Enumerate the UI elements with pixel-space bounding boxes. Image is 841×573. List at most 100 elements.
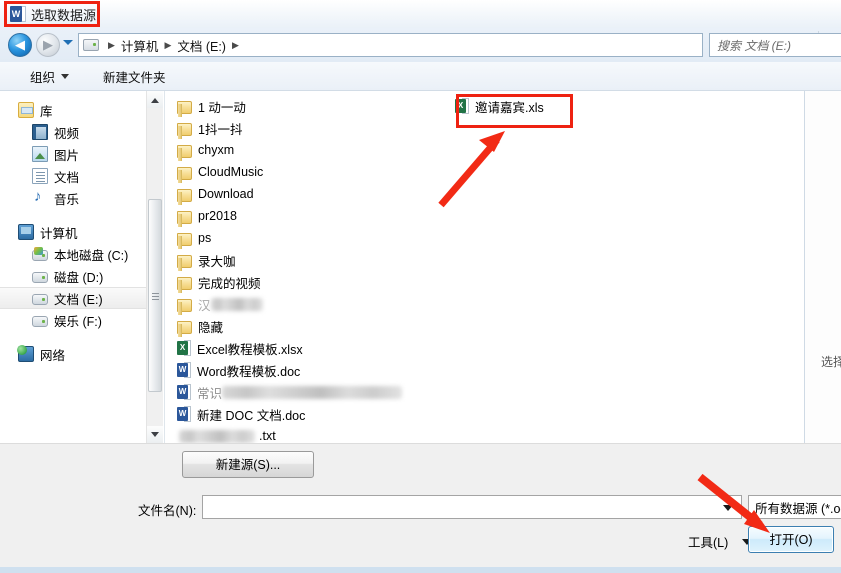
sidebar-item-documents[interactable]: 文档 (0, 165, 146, 187)
list-item-label: 邀请嘉宾.xls (475, 100, 544, 115)
scrollbar-grip-icon (152, 292, 159, 294)
preview-pane-text: 选择 (821, 355, 841, 369)
computer-icon (18, 224, 34, 240)
list-item-label: .txt (259, 429, 276, 443)
list-item[interactable]: W Word教程模板.doc (175, 359, 475, 381)
folder-icon (177, 276, 192, 293)
breadcrumb-separator: ▶ (108, 39, 115, 50)
sidebar-item-local-disk-c[interactable]: 本地磁盘 (C:) (0, 243, 146, 265)
list-item-selected-target[interactable]: X 邀请嘉宾.xls (453, 95, 753, 117)
list-item[interactable]: 1 动一动 (175, 95, 475, 117)
folder-icon (177, 232, 192, 249)
file-list[interactable]: 1 动一动 1抖一抖 chyxm CloudMusic Download pr2… (164, 91, 804, 443)
list-item-label: 常识 (197, 386, 223, 401)
folder-icon (177, 210, 192, 227)
list-item[interactable]: Download (175, 183, 475, 205)
word-document-icon: W (10, 6, 26, 22)
scroll-up-arrow-icon[interactable] (147, 91, 163, 108)
sidebar-item-videos[interactable]: 视频 (0, 121, 146, 143)
sidebar-item-network[interactable]: 网络 (0, 343, 146, 365)
sidebar-item-label: 磁盘 (D:) (54, 270, 104, 285)
command-toolbar: 组织 新建文件夹 (0, 62, 841, 91)
list-item[interactable]: 汉 (175, 293, 475, 315)
dialog-body: 库 视频 图片 文档 音乐 计算机 (0, 91, 841, 443)
search-input[interactable]: 搜索 文档 (E:) (709, 33, 841, 57)
sidebar-item-label: 娱乐 (F:) (54, 314, 102, 329)
sidebar-item-label: 网络 (40, 348, 66, 363)
list-item[interactable]: .txt (175, 425, 475, 443)
scroll-down-arrow-icon[interactable] (147, 426, 163, 443)
list-item-label: CloudMusic (198, 165, 264, 179)
excel-file-icon: X (177, 340, 191, 356)
list-item[interactable]: 录大咖 (175, 249, 475, 271)
sidebar-item-music[interactable]: 音乐 (0, 187, 146, 209)
new-folder-button[interactable]: 新建文件夹 (95, 64, 174, 89)
filetype-dropdown[interactable]: 所有数据源 (*.od (748, 495, 841, 519)
open-button[interactable]: 打开(O) (748, 526, 834, 553)
document-icon (32, 168, 48, 184)
list-item[interactable]: 隐藏 (175, 315, 475, 337)
search-placeholder: 搜索 文档 (E:) (717, 38, 791, 53)
list-item[interactable]: W 新建 DOC 文档.doc (175, 403, 475, 425)
sidebar-item-documents-e[interactable]: 文档 (E:) (0, 287, 146, 309)
sidebar-item-library[interactable]: 库 (0, 99, 146, 121)
sidebar-item-computer[interactable]: 计算机 (0, 221, 146, 243)
sidebar-item-label: 本地磁盘 (C:) (54, 248, 129, 263)
harddisk-icon (32, 316, 48, 327)
filetype-value: 所有数据源 (*.od (755, 501, 841, 516)
harddisk-icon (32, 294, 48, 305)
list-item[interactable]: 完成的视频 (175, 271, 475, 293)
sidebar-item-label: 计算机 (40, 226, 78, 241)
harddisk-windows-icon (32, 247, 48, 261)
breadcrumb[interactable]: ▶ 计算机 ▶ 文档 (E:) ▶ (78, 33, 703, 57)
list-item[interactable]: X Excel教程模板.xlsx (175, 337, 475, 359)
filename-label: 文件名(N): (138, 504, 197, 518)
history-dropdown-icon[interactable] (63, 40, 73, 45)
sidebar-item-label: 音乐 (54, 192, 80, 207)
drive-icon (83, 39, 99, 51)
scrollbar-thumb[interactable] (148, 199, 162, 392)
list-item-label: chyxm (198, 143, 235, 157)
list-item[interactable]: ps (175, 227, 475, 249)
new-folder-label: 新建文件夹 (103, 70, 166, 85)
dialog-title: 选取数据源 (31, 7, 97, 23)
navigation-pane-scrollbar[interactable] (146, 91, 163, 443)
folder-icon (177, 166, 192, 183)
folder-icon (177, 100, 192, 117)
list-item[interactable]: 1抖一抖 (175, 117, 475, 139)
tools-button[interactable]: 工具(L) (688, 532, 753, 551)
list-item-label: Word教程模板.doc (197, 364, 301, 379)
breadcrumb-item-computer[interactable]: 计算机 (121, 36, 159, 55)
back-arrow-icon[interactable]: ◀ (8, 33, 32, 57)
filename-input[interactable] (202, 495, 742, 519)
list-item-label: 新建 DOC 文档.doc (197, 408, 306, 423)
folder-icon (177, 144, 192, 161)
list-item[interactable]: W 常识 (175, 381, 475, 403)
redacted-label: 常识 (197, 383, 403, 402)
forward-arrow-icon[interactable]: ▶ (36, 33, 60, 57)
new-source-button[interactable]: 新建源(S)... (182, 451, 314, 478)
list-item-label: Excel教程模板.xlsx (197, 342, 303, 357)
sidebar-item-disk-d[interactable]: 磁盘 (D:) (0, 265, 146, 287)
list-item[interactable]: chyxm (175, 139, 475, 161)
organize-button[interactable]: 组织 (22, 64, 77, 89)
list-item[interactable]: pr2018 (175, 205, 475, 227)
music-icon (32, 188, 48, 206)
chevron-down-icon[interactable] (723, 505, 733, 511)
breadcrumb-item-documents-e[interactable]: 文档 (E:) (177, 36, 226, 55)
sidebar-item-entertainment-f[interactable]: 娱乐 (F:) (0, 309, 146, 331)
word-file-icon: W (177, 406, 191, 422)
redacted-label: 汉 (198, 295, 263, 314)
select-data-source-dialog: W 选取数据源 ◀ ▶ ▶ 计算机 ▶ 文档 (E:) ▶ ↻ 搜索 文档 (E… (0, 0, 841, 573)
new-source-label: 新建源(S)... (215, 458, 281, 472)
excel-file-icon: X (455, 98, 469, 114)
list-item[interactable]: CloudMusic (175, 161, 475, 183)
sidebar-item-label: 视频 (54, 126, 80, 141)
status-bar (0, 567, 841, 573)
list-item-label: 1抖一抖 (198, 122, 243, 137)
sidebar-item-pictures[interactable]: 图片 (0, 143, 146, 165)
list-item-label: 汉 (198, 298, 211, 313)
list-item-label: 1 动一动 (198, 100, 246, 115)
